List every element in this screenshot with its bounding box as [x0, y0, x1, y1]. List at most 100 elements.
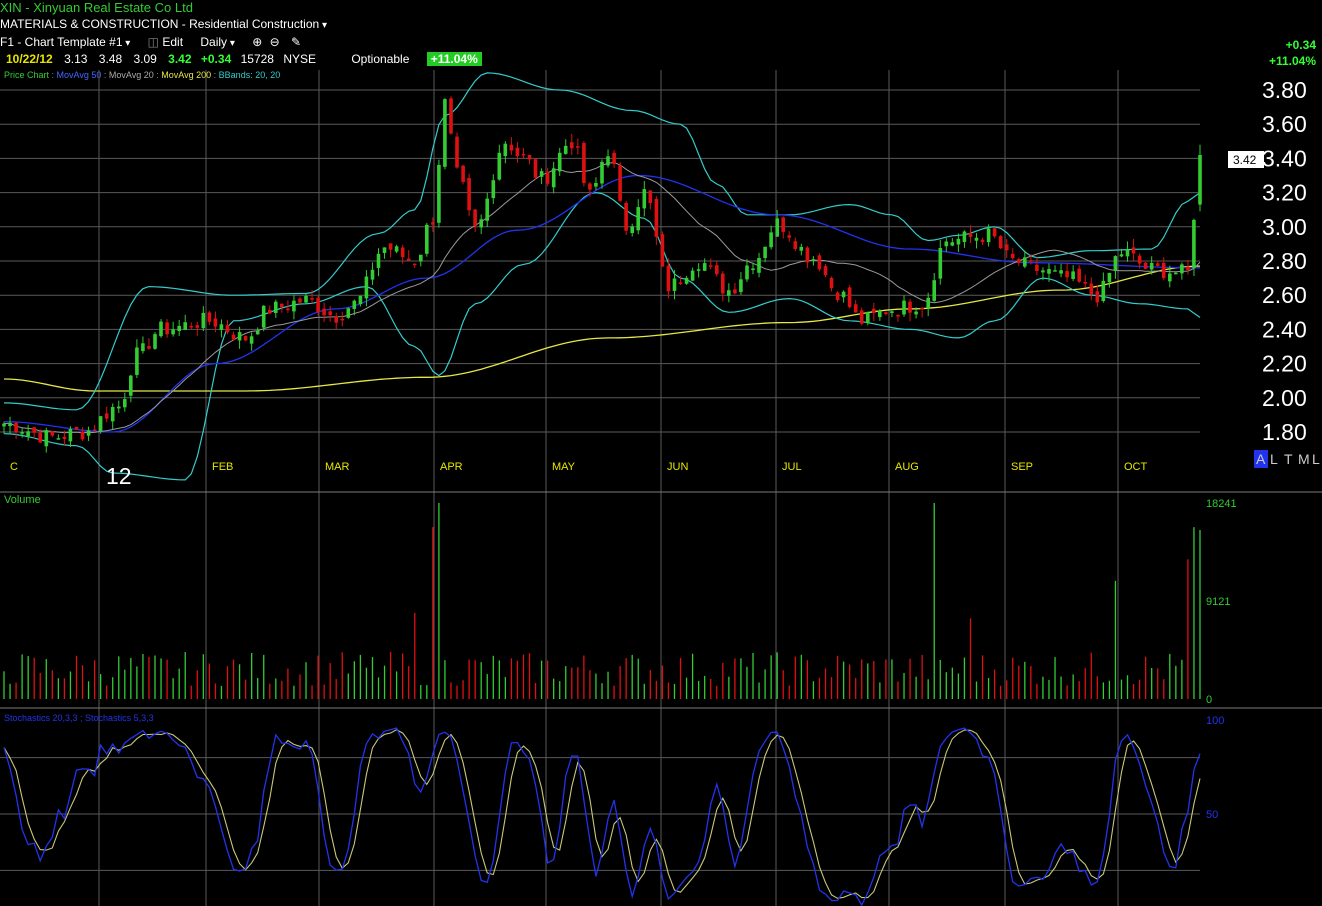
candle: [1101, 280, 1106, 301]
volume-panel: Volume 18241 9121 0: [3, 494, 1237, 706]
candle: [443, 99, 447, 167]
candle: [340, 318, 345, 321]
candle: [817, 255, 822, 270]
candle: [1083, 282, 1087, 284]
candle: [733, 289, 737, 294]
candle: [406, 258, 411, 261]
candle: [509, 144, 514, 151]
candle: [195, 325, 200, 328]
candle: [461, 165, 465, 182]
candle: [594, 183, 598, 187]
candle: [14, 422, 18, 432]
candle: [310, 298, 314, 300]
candle: [956, 238, 961, 245]
price-tick-label: 1.80: [1262, 419, 1307, 445]
month-label: APR: [440, 461, 463, 473]
candle: [400, 247, 405, 258]
candle: [902, 300, 906, 315]
stock-chart[interactable]: 3.80 3.60 3.40 3.20 3.00 2.80 2.60 2.40 2.20 2.00…: [0, 0, 1322, 906]
volume-tick-label: 9121: [1206, 596, 1230, 608]
candle: [491, 180, 496, 199]
candle: [847, 287, 852, 308]
candle: [1168, 273, 1172, 282]
candle: [1143, 262, 1148, 269]
candle: [117, 406, 121, 409]
candle: [648, 190, 653, 203]
candle: [1161, 262, 1166, 279]
candle: [2, 423, 6, 427]
price-tick-label: 2.20: [1262, 351, 1307, 377]
candle: [660, 234, 665, 267]
last-price-text: 3.42: [1233, 153, 1257, 167]
candle: [68, 429, 73, 442]
candle: [654, 198, 659, 237]
candle: [431, 222, 435, 225]
month-label: MAR: [325, 461, 350, 473]
candle: [38, 432, 42, 443]
candle: [1149, 263, 1154, 270]
price-tick-label: 2.80: [1262, 248, 1307, 274]
candle: [823, 266, 828, 276]
candle: [672, 278, 677, 291]
candle: [763, 246, 767, 259]
price-tick-label: 3.60: [1262, 111, 1307, 137]
candle: [358, 295, 363, 305]
candle: [455, 136, 459, 168]
candle: [884, 312, 888, 314]
candle: [231, 334, 236, 340]
candle: [727, 290, 731, 296]
bband-lower-line: [3, 191, 1201, 481]
candle: [974, 237, 979, 241]
candle: [551, 168, 556, 188]
candle: [298, 298, 302, 303]
candle: [962, 231, 967, 242]
candle: [890, 311, 894, 313]
candle: [201, 312, 206, 329]
candle: [479, 219, 483, 228]
candle: [110, 407, 115, 422]
candle: [80, 431, 85, 440]
candle: [104, 413, 109, 419]
candle: [485, 198, 489, 221]
candle: [600, 161, 604, 184]
candle: [739, 279, 743, 293]
candle: [1089, 283, 1094, 295]
candle: [878, 310, 882, 318]
candle: [189, 325, 193, 328]
candle: [992, 228, 997, 237]
candle: [612, 152, 616, 164]
candle: [624, 202, 628, 231]
ma50-line: [3, 174, 1200, 433]
candle: [280, 303, 284, 308]
price-tick-label: 3.00: [1262, 214, 1307, 240]
candle: [998, 236, 1003, 249]
candle: [1047, 269, 1051, 274]
candle: [394, 246, 399, 252]
volume-title: Volume: [4, 494, 41, 506]
stoch-tick-label: 100: [1206, 715, 1224, 727]
candle: [515, 147, 520, 156]
candle: [286, 308, 290, 311]
month-label: JUL: [782, 461, 802, 473]
candle: [1023, 257, 1027, 267]
candle: [570, 142, 574, 149]
candle: [165, 322, 169, 335]
candle: [757, 258, 761, 273]
stochastics-panel: Stochastics 20,3,3 ; Stochastics 5,3,3 1…: [3, 713, 1224, 906]
candle: [1010, 253, 1015, 258]
candle: [642, 189, 647, 209]
candle: [1059, 270, 1063, 274]
candle: [751, 268, 755, 270]
candle: [914, 311, 918, 315]
last-price-tag: 3.42: [1228, 151, 1264, 168]
candle: [1186, 266, 1190, 271]
candle: [219, 324, 224, 330]
candle: [666, 265, 671, 292]
view-button: A: [1256, 451, 1266, 467]
candle: [1131, 247, 1136, 254]
price-tick-label: 3.40: [1262, 145, 1307, 171]
candle: [702, 263, 707, 271]
corner-view-buttons[interactable]: ALTML: [1254, 450, 1320, 468]
candle: [527, 155, 532, 160]
candle: [86, 430, 91, 436]
